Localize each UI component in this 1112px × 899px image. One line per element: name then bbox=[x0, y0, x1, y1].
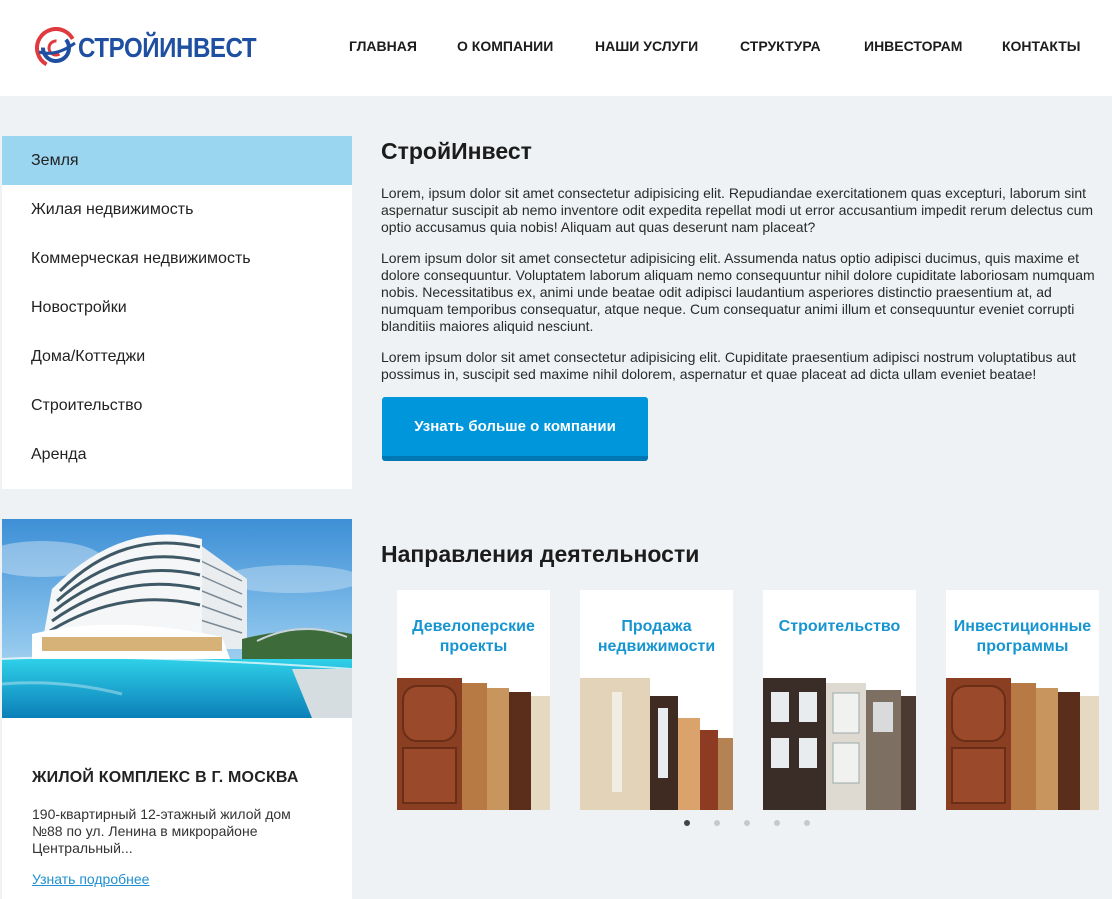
main-nav: ГЛАВНАЯ О КОМПАНИИ НАШИ УСЛУГИ СТРУКТУРА… bbox=[0, 38, 1112, 58]
sidebar-item-new-buildings[interactable]: Новостройки bbox=[2, 283, 352, 332]
nav-item-contacts[interactable]: КОНТАКТЫ bbox=[1002, 38, 1080, 54]
promo-more-link[interactable]: Узнать подробнее bbox=[32, 871, 149, 887]
card-title: Строительство bbox=[778, 618, 901, 635]
direction-card-development[interactable]: Девелоперские проекты bbox=[397, 590, 550, 810]
sidebar-item-land[interactable]: Земля bbox=[2, 136, 352, 185]
learn-more-button[interactable]: Узнать больше о компании bbox=[382, 397, 648, 461]
doors-image bbox=[946, 678, 1099, 810]
card-title: Продажа недвижимости bbox=[597, 618, 716, 655]
about-paragraph: Lorem ipsum dolor sit amet consectetur a… bbox=[381, 349, 1076, 382]
about-paragraph: Lorem, ipsum dolor sit amet consectetur … bbox=[381, 185, 1094, 235]
nav-item-services[interactable]: НАШИ УСЛУГИ bbox=[595, 38, 698, 54]
sidebar-menu: Земля Жилая недвижимость Коммерческая не… bbox=[2, 136, 352, 489]
nav-item-investors[interactable]: ИНВЕСТОРАМ bbox=[864, 38, 962, 54]
slider-dot[interactable] bbox=[744, 820, 750, 826]
doors-image bbox=[580, 678, 733, 810]
promo-description: 190-квартирный 12-этажный жилой дом №88 … bbox=[32, 806, 291, 856]
about-paragraph: Lorem ipsum dolor sit amet consectetur a… bbox=[381, 250, 1095, 334]
slider-dot[interactable] bbox=[774, 820, 780, 826]
sidebar-item-residential[interactable]: Жилая недвижимость bbox=[2, 185, 352, 234]
sidebar-item-construction[interactable]: Строительство bbox=[2, 381, 352, 430]
card-title: Инвестиционные программы bbox=[953, 618, 1092, 655]
slider-dot[interactable] bbox=[804, 820, 810, 826]
section-title: Направления деятельности bbox=[381, 541, 700, 567]
promo-title: ЖИЛОЙ КОМПЛЕКС В Г. МОСКВА bbox=[32, 769, 299, 786]
nav-item-home[interactable]: ГЛАВНАЯ bbox=[349, 38, 417, 54]
nav-item-about[interactable]: О КОМПАНИИ bbox=[457, 38, 553, 54]
direction-card-construction[interactable]: Строительство bbox=[763, 590, 916, 810]
promo-card: ЖИЛОЙ КОМПЛЕКС В Г. МОСКВА 190-квартирны… bbox=[2, 519, 352, 899]
sidebar-item-commercial[interactable]: Коммерческая недвижимость bbox=[2, 234, 352, 283]
direction-card-investment[interactable]: Инвестиционные программы bbox=[946, 590, 1099, 810]
nav-item-structure[interactable]: СТРУКТУРА bbox=[740, 38, 821, 54]
hotel-pool-image bbox=[2, 519, 352, 718]
doors-image bbox=[763, 678, 916, 810]
direction-card-sales[interactable]: Продажа недвижимости bbox=[580, 590, 733, 810]
slider-dot[interactable] bbox=[684, 820, 690, 826]
slider-dot[interactable] bbox=[714, 820, 720, 826]
page-title: СтройИнвест bbox=[381, 138, 532, 164]
slider-pagination bbox=[0, 820, 1112, 830]
sidebar-item-houses[interactable]: Дома/Коттеджи bbox=[2, 332, 352, 381]
card-title: Девелоперские проекты bbox=[412, 618, 535, 655]
sidebar-item-rent[interactable]: Аренда bbox=[2, 430, 352, 479]
doors-image bbox=[397, 678, 550, 810]
site-header: СТРОЙИНВЕСТ ГЛАВНАЯ О КОМПАНИИ НАШИ УСЛУ… bbox=[0, 0, 1112, 96]
